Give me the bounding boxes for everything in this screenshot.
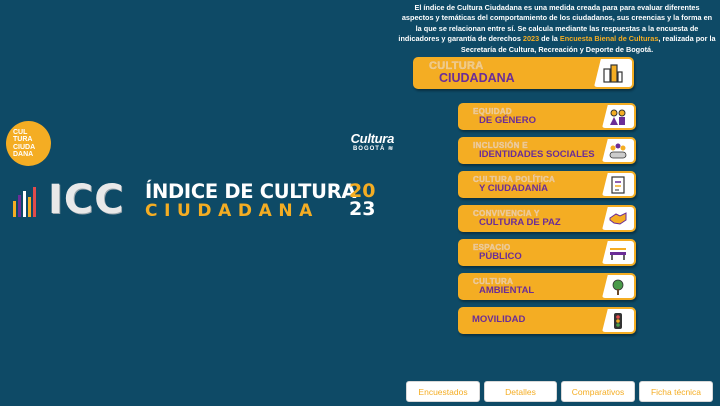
year-bottom: 23: [349, 198, 376, 220]
hero-title-line2: CIUDADANA: [145, 201, 319, 221]
people-icon: [602, 139, 634, 162]
category-label-main: cultura de paz: [479, 217, 561, 228]
cultura-bogota-word: Cultura: [350, 131, 395, 146]
category-inclusion-identidades[interactable]: Inclusión e identidades sociales: [458, 137, 636, 164]
cultura-ciudadana-logo: CUL TURA CIUDA DANA: [6, 121, 51, 166]
city-icon: [594, 59, 632, 87]
category-cultura-ciudadana[interactable]: Cultura Ciudadana: [413, 57, 634, 89]
icc-acronym: ICC: [48, 177, 125, 223]
cultura-bogota-logo: Cultura BOGOTÁ ≋: [338, 131, 395, 153]
category-espacio-publico[interactable]: Espacio público: [458, 239, 636, 266]
intro-text: El índice de Cultura Ciudadana es una me…: [398, 3, 716, 55]
intro-part2: de la: [539, 34, 560, 44]
encuestados-button[interactable]: Encuestados: [406, 381, 480, 402]
hero-title-line1: ÍNDICE DE CULTURA: [145, 180, 357, 203]
category-label-main: y ciudadanía: [479, 183, 548, 194]
category-movilidad[interactable]: Movilidad: [458, 307, 636, 334]
category-label-main: público: [479, 251, 522, 262]
bench-icon: [602, 241, 634, 264]
intro-survey-name: Encuesta Bienal de Culturas: [559, 34, 659, 44]
hero-year: 20 23: [349, 182, 376, 220]
traffic-light-icon: [602, 309, 634, 332]
intro-year: 2023: [522, 34, 540, 44]
logo-line4: DANA: [13, 151, 34, 158]
logo-line1: CUL: [13, 128, 28, 136]
logo-line2: TURA: [13, 136, 33, 143]
category-cultura-ambiental[interactable]: Cultura ambiental: [458, 273, 636, 300]
logo-line3: CIUDA: [13, 143, 36, 151]
ficha-tecnica-button[interactable]: Ficha técnica: [639, 381, 713, 402]
gender-icon: [602, 105, 634, 128]
category-label-top: Cultura: [429, 60, 484, 72]
category-cultura-politica[interactable]: Cultura política y ciudadanía: [458, 171, 636, 198]
category-label-main: identidades sociales: [479, 149, 595, 160]
cultura-bogota-sub: BOGOTÁ ≋: [352, 146, 394, 152]
category-label-main: Movilidad: [472, 314, 526, 325]
bar-chart-icon: [13, 187, 36, 217]
vote-icon: [602, 173, 634, 196]
category-convivencia-paz[interactable]: Convivencia y cultura de paz: [458, 205, 636, 232]
detalles-button[interactable]: Detalles: [484, 381, 557, 402]
tree-icon: [602, 275, 634, 298]
handshake-icon: [602, 207, 634, 230]
bogota-word: BOGOTÁ: [352, 146, 386, 152]
category-equidad-genero[interactable]: Equidad de género: [458, 103, 636, 130]
comparativos-button[interactable]: Comparativos: [561, 381, 635, 402]
category-label-main: de género: [479, 115, 537, 126]
category-label-main: Ciudadana: [439, 71, 515, 85]
category-label-main: ambiental: [479, 285, 535, 296]
